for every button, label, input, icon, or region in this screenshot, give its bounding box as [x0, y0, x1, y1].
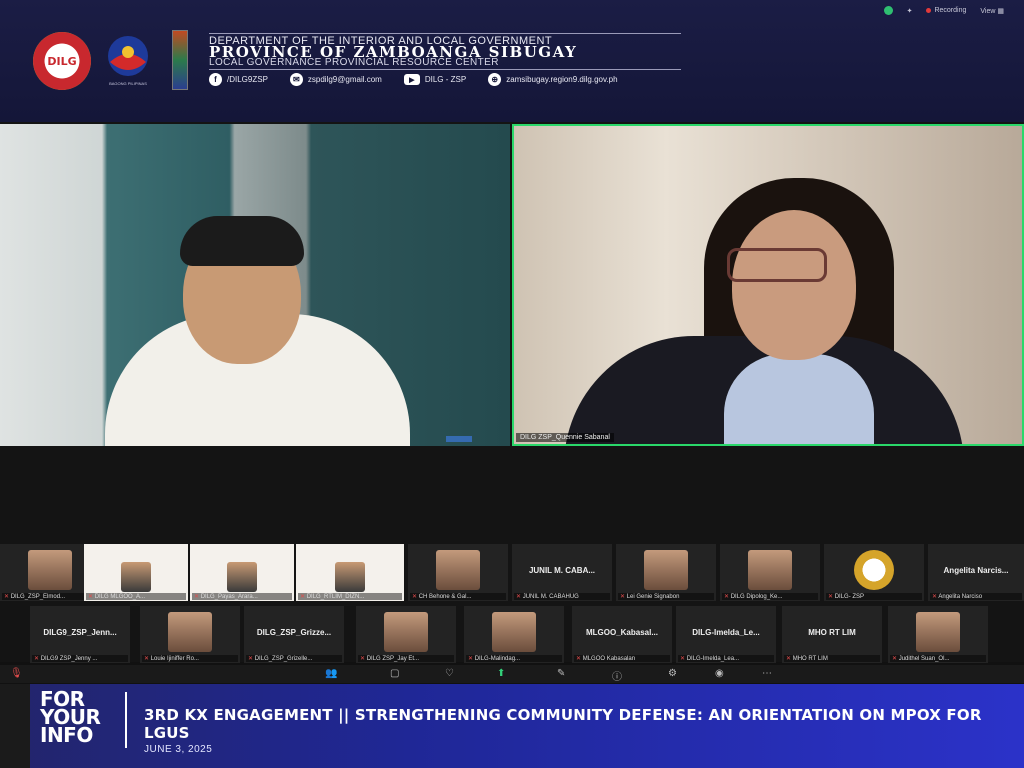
participant-thumbnail — [384, 612, 428, 652]
participant-thumbnail — [492, 612, 536, 652]
dilg-seal-logo: DILG — [33, 32, 91, 90]
apps-icon[interactable]: ✎ — [557, 668, 565, 679]
participant-thumbnail — [748, 550, 792, 590]
speaker-tile-right[interactable]: DILG ZSP_Quennie Sabanal — [512, 124, 1024, 446]
email-contact[interactable]: ✉ zspdilg9@gmail.com — [289, 73, 382, 86]
gallery-tile[interactable]: Louie Ijiniffer Ro... — [140, 606, 240, 663]
facebook-icon: f — [209, 73, 222, 86]
participant-name-label: DILG ZSP_Quennie Sabanal — [516, 433, 614, 442]
react-icon[interactable]: ♡ — [445, 668, 454, 679]
gallery-tile[interactable]: MLGOO_Kabasal...MLGOO Kabasalan — [572, 606, 672, 663]
facebook-contact[interactable]: f /DILG9ZSP — [209, 73, 268, 86]
settings-icon[interactable]: ⚙ — [668, 668, 677, 679]
caption-divider — [125, 692, 127, 748]
participant-hair — [180, 216, 304, 266]
globe-icon: ⊕ — [488, 73, 502, 86]
caption-left-pad — [0, 684, 30, 768]
participant-thumbnail — [28, 550, 72, 590]
glasses — [727, 248, 827, 282]
caption-date: JUNE 3, 2025 — [144, 744, 213, 755]
bagong-pilipinas-logo: BAGONG PILIPINAS — [108, 36, 148, 86]
gallery-row-2: DILG9_ZSP_Jenn...DILG9 ZSP_Jenny ... Lou… — [0, 606, 1024, 663]
participants-icon[interactable]: 👥 — [325, 668, 337, 679]
gallery-tile[interactable]: JUNIL M. CABA...JUNIL M. CABAHUG — [512, 544, 612, 601]
for-your-info-logo: FOR YOUR INFO — [40, 687, 101, 747]
participant-gallery: DILG_ZSP_Elmod... DILG MLGOO_A... DILG_P… — [0, 544, 1024, 664]
record-dot-icon — [926, 8, 932, 13]
gallery-tile[interactable]: DILG9_ZSP_Jenn...DILG9 ZSP_Jenny ... — [30, 606, 130, 663]
participant-thumbnail — [916, 612, 960, 652]
gallery-tile[interactable]: Lei Genie Signabon — [616, 544, 716, 601]
record-icon[interactable]: ◉ — [715, 668, 724, 679]
speaker-tile-left[interactable] — [0, 124, 510, 446]
gallery-tile[interactable]: DILG ZSP_Jay Et... — [356, 606, 456, 663]
gallery-tile[interactable]: DILG_Payas_Arara... — [190, 544, 294, 601]
participant-face — [732, 210, 856, 360]
gallery-tile[interactable]: DILG MLGOO_A... — [84, 544, 188, 601]
meeting-toolbar: 🎙 👥 ▢ ♡ ⬆ ✎ ⓘ ⚙ ◉ ⋯ — [0, 665, 1024, 683]
dilg-logo-icon — [854, 550, 894, 590]
gallery-tile[interactable]: Angelita Narcis...Angelita Narciso — [928, 544, 1024, 601]
recording-indicator[interactable]: Recording — [926, 7, 966, 14]
gallery-tile[interactable]: DILG-Imelda_Le...DILG-Imelda_Lea... — [676, 606, 776, 663]
gallery-tile[interactable]: DILG-Malindag... — [464, 606, 564, 663]
participant-thumbnail — [335, 562, 365, 592]
gallery-tile[interactable]: DILG Dipolog_Ke... — [720, 544, 820, 601]
participant-thumbnail — [168, 612, 212, 652]
header-center: LOCAL GOVERNANCE PROVINCIAL RESOURCE CEN… — [209, 57, 681, 70]
mic-icon[interactable]: 🎙 — [10, 668, 23, 679]
gallery-tile[interactable]: MHO RT LIMMHO RT LIM — [782, 606, 882, 663]
gallery-tile[interactable]: DILG_RTLIM_DIZN... — [296, 544, 404, 601]
audio-indicator — [446, 436, 472, 442]
caption-title: 3RD KX ENGAGEMENT || STRENGTHENING COMMU… — [144, 706, 982, 742]
more-icon[interactable]: ⋯ — [762, 668, 772, 679]
contact-row: f /DILG9ZSP ✉ zspdilg9@gmail.com ▶ DILG … — [209, 73, 640, 86]
youtube-icon: ▶ — [403, 74, 420, 85]
participant-thumbnail — [436, 550, 480, 590]
website-contact[interactable]: ⊕ zamsibugay.region9.dilg.gov.ph — [488, 73, 618, 86]
caption-bar: FOR YOUR INFO 3RD KX ENGAGEMENT || STREN… — [0, 684, 1024, 768]
video-area: DILG ZSP_Quennie Sabanal DILG_ZSP_Elmod.… — [0, 122, 1024, 664]
gallery-tile[interactable]: CH Behone & Gal... — [408, 544, 508, 601]
gallery-tile[interactable]: DILG_ZSP_Grizze...DILG_ZSP_Grizelle... — [244, 606, 344, 663]
info-icon[interactable]: ⓘ — [612, 668, 622, 683]
email-icon: ✉ — [289, 73, 303, 86]
header-banner: ✦ Recording View ▦ DILG BAGONG PILIPINAS… — [0, 0, 1024, 122]
chat-icon[interactable]: ▢ — [390, 668, 399, 679]
participant-blouse — [724, 354, 874, 444]
security-shield-icon[interactable] — [883, 6, 893, 15]
bagong-pilipinas-text: BAGONG PILIPINAS — [109, 81, 147, 86]
gallery-row-1: DILG_ZSP_Elmod... DILG MLGOO_A... DILG_P… — [0, 544, 1024, 601]
participant-thumbnail — [227, 562, 257, 592]
sparkle-icon[interactable]: ✦ — [907, 7, 913, 15]
youtube-contact[interactable]: ▶ DILG - ZSP — [403, 74, 466, 85]
participant-thumbnail — [644, 550, 688, 590]
gallery-tile[interactable]: DILG- ZSP — [824, 544, 924, 601]
view-button[interactable]: View ▦ — [980, 7, 1004, 15]
zoom-top-controls: ✦ Recording View ▦ — [883, 6, 1004, 15]
participant-thumbnail — [121, 562, 151, 592]
share-screen-icon[interactable]: ⬆ — [497, 668, 505, 679]
province-emblem-logo — [172, 30, 188, 90]
gallery-tile[interactable]: Judithel Suan_Ol... — [888, 606, 988, 663]
